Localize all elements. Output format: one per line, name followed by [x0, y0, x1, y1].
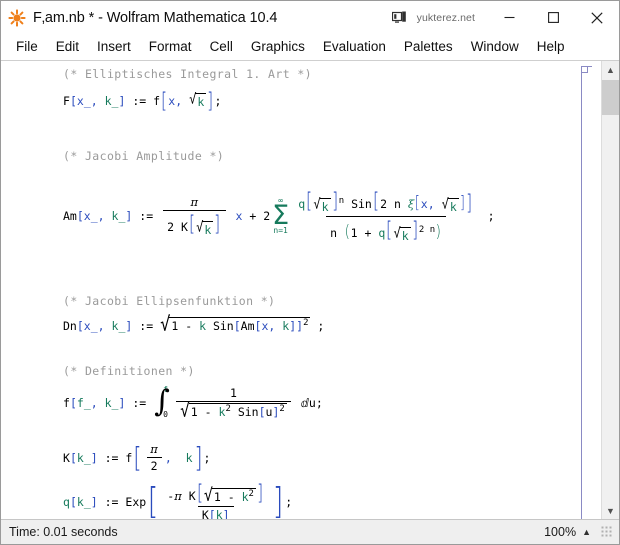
title-bar: F‚am.nb * - Wolfram Mathematica 10.4 yuk… — [1, 1, 619, 34]
menu-item-palettes[interactable]: Palettes — [395, 36, 462, 58]
code-jacobi-elliptic-function: Dn[x _, k _] := √ 1 - k Sin[Am[x, k]]2 ; — [63, 313, 325, 337]
notebook-area: (* Elliptisches Integral 1. Art *) F[x _,… — [1, 61, 619, 519]
close-button[interactable] — [575, 1, 619, 34]
code-definition-f: f[f _, k _] := f ∫ 0 1 √ 1 - k2 Sin[u]2 ⅆu; — [63, 384, 323, 422]
menu-item-file[interactable]: File — [7, 36, 47, 58]
fraction-pi-over-2: π2 — [146, 442, 162, 473]
sqrt-dn-expr: √ 1 - k Sin[Am[x, k]]2 — [160, 313, 311, 337]
menu-bar: File Edit Insert Format Cell Graphics Ev… — [1, 34, 619, 61]
token-semicolon: ; — [214, 94, 222, 108]
code-definition-q: q[k _] := Exp[-π K[√ 1 - k2] K[k]]; — [63, 481, 292, 519]
sqrt-k: √ k — [189, 90, 207, 109]
display-icon[interactable] — [389, 1, 411, 34]
menu-item-graphics[interactable]: Graphics — [242, 36, 314, 58]
token-du: ⅆu — [300, 395, 316, 410]
mathematica-window: F‚am.nb * - Wolfram Mathematica 10.4 yuk… — [0, 0, 620, 545]
token-Dn: Dn — [63, 318, 77, 333]
token-x: x — [76, 94, 84, 108]
token-assign: := — [132, 94, 147, 108]
scrollbar-track[interactable] — [602, 78, 619, 502]
scroll-down-arrow[interactable]: ▼ — [602, 502, 619, 519]
cell-jacobi-amplitude[interactable]: (* Jacobi Amplitude *) — [63, 149, 224, 163]
fraction-series-term: q[√ k] n Sin[2 n ξ[x, √ k]] n (1 + q[√ k] 2 n… — [298, 189, 473, 243]
cell-definitions[interactable]: (* Definitionen *) — [63, 364, 195, 378]
token-f: f — [153, 94, 161, 108]
fraction-pi-over-2K: π 2 K[√ k] — [163, 195, 226, 237]
status-time-label: Time: 0.01 seconds — [9, 525, 118, 539]
zoom-caret-icon[interactable]: ▲ — [582, 527, 601, 537]
window-title: F‚am.nb * - Wolfram Mathematica 10.4 — [33, 9, 278, 26]
comment-elliptic-integral: (* Elliptisches Integral 1. Art *) — [63, 67, 313, 81]
mathematica-sun-icon — [8, 8, 26, 27]
menu-item-cell[interactable]: Cell — [201, 36, 242, 58]
summation-operator: ∞ Σ n=1 — [272, 195, 290, 236]
status-right-group: 100% ▲ — [544, 525, 619, 539]
cell-jacobi-elliptic-function[interactable]: (* Jacobi Ellipsenfunktion *) Dn[x _, k _]… — [63, 294, 325, 337]
token-x2: x — [168, 94, 176, 108]
site-watermark: yukterez.net — [416, 11, 475, 24]
token-k: k — [104, 94, 112, 108]
status-bar: Time: 0.01 seconds 100% ▲ — [1, 519, 619, 544]
resize-grip-icon[interactable] — [601, 526, 613, 538]
scroll-up-arrow[interactable]: ▲ — [602, 61, 619, 78]
comment-jacobi-elliptic-function: (* Jacobi Ellipsenfunktion *) — [63, 294, 276, 308]
token-F: F — [63, 94, 70, 108]
code-jacobi-amplitude: Am[x_, k_] := π 2 K[√k] x + 2 ∞ Σ n=1 — [63, 189, 495, 243]
code-elliptic-integral: F[x _, k _] := f[x, √ k]; — [63, 89, 222, 113]
menu-item-evaluation[interactable]: Evaluation — [314, 36, 395, 58]
menu-item-window[interactable]: Window — [462, 36, 528, 58]
integral-operator: f ∫ 0 — [154, 384, 170, 420]
maximize-button[interactable] — [531, 1, 575, 34]
comment-definitions: (* Definitionen *) — [63, 364, 195, 378]
fraction-integrand: 1 √ 1 - k2 Sin[u]2 — [176, 386, 291, 420]
notebook-canvas[interactable]: (* Elliptisches Integral 1. Art *) F[x _,… — [1, 61, 601, 519]
menu-item-format[interactable]: Format — [140, 36, 201, 58]
menu-item-insert[interactable]: Insert — [88, 36, 140, 58]
code-definition-K: K[k _] := f[π 2, k]; — [63, 441, 211, 474]
fraction-exp-argument: -π K[√ 1 - k2] K[k] — [163, 481, 268, 519]
menu-item-help[interactable]: Help — [528, 36, 574, 58]
scrollbar-thumb[interactable] — [602, 80, 619, 115]
title-bar-right-group: yukterez.net — [389, 1, 619, 34]
vertical-scrollbar[interactable]: ▲ ▼ — [601, 61, 619, 519]
cell-elliptic-integral[interactable]: (* Elliptisches Integral 1. Art *) F[x _,… — [63, 67, 312, 113]
minimize-button[interactable] — [487, 1, 531, 34]
token-Am: Am — [63, 209, 77, 223]
menu-item-edit[interactable]: Edit — [47, 36, 88, 58]
zoom-level-label[interactable]: 100% — [544, 525, 582, 539]
comment-jacobi-amplitude: (* Jacobi Amplitude *) — [63, 149, 225, 163]
cell-bracket[interactable] — [581, 66, 592, 519]
